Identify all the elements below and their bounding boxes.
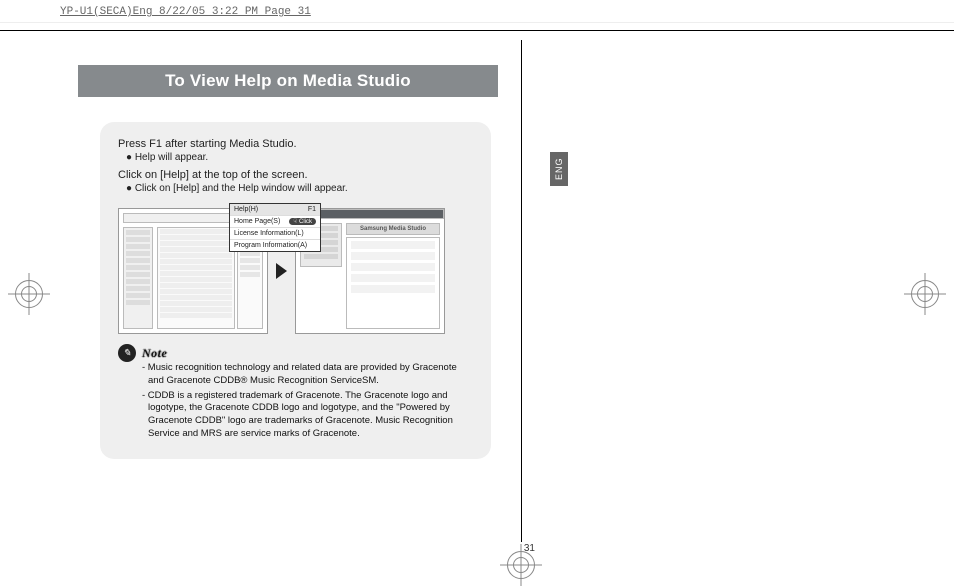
- instruction-bullet: ● Help will appear.: [118, 152, 473, 163]
- page-number: 31: [524, 543, 535, 554]
- instruction-line: Press F1 after starting Media Studio.: [118, 138, 473, 150]
- cursor-icon: ☟: [293, 218, 297, 225]
- crop-mark: [911, 280, 939, 308]
- content-box: Press F1 after starting Media Studio. ● …: [100, 122, 491, 459]
- click-badge: ☟ Click: [289, 218, 316, 225]
- page: To View Help on Media Studio Press F1 af…: [60, 40, 522, 542]
- running-head: YP-U1(SECA)Eng 8/22/05 3:22 PM Page 31: [60, 6, 311, 18]
- crop-mark: [507, 551, 535, 579]
- menu-item: Program Information(A): [234, 242, 307, 249]
- menu-item: Home Page(S): [234, 218, 280, 225]
- screenshot-app: Help(H) F1 Home Page(S) ☟ Click License …: [118, 208, 268, 334]
- help-menu: Help(H) F1 Home Page(S) ☟ Click License …: [229, 203, 321, 252]
- rule: [0, 30, 954, 31]
- instruction-line: Click on [Help] at the top of the screen…: [118, 169, 473, 181]
- arrow-right-icon: [276, 263, 287, 279]
- menu-shortcut: F1: [308, 206, 316, 213]
- note-heading: ✎ Note: [118, 344, 473, 362]
- menu-item: Help(H): [234, 206, 258, 213]
- page-title: To View Help on Media Studio: [78, 65, 498, 97]
- figures-row: Help(H) F1 Home Page(S) ☟ Click License …: [118, 208, 473, 334]
- help-window-title: Samsung Media Studio: [346, 223, 440, 235]
- menu-item: License Information(L): [234, 230, 304, 237]
- crop-mark: [15, 280, 43, 308]
- instruction-bullet: ● Click on [Help] and the Help window wi…: [118, 183, 473, 194]
- note-label: Note: [142, 346, 167, 361]
- note-text: - Music recognition technology and relat…: [118, 362, 473, 441]
- language-tab: ENG: [550, 152, 568, 186]
- note-icon: ✎: [118, 344, 136, 362]
- rule: [0, 22, 954, 23]
